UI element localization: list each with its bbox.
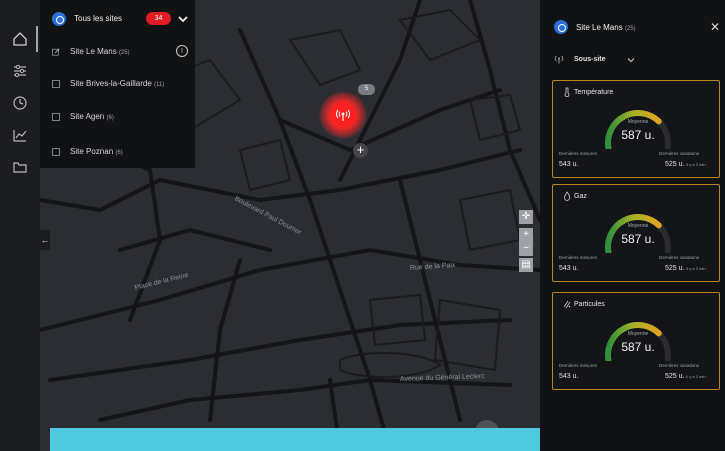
gauge-value: 587 u.: [621, 128, 655, 142]
thermometer-icon: [564, 87, 570, 97]
edit-checkbox-icon[interactable]: [52, 48, 60, 56]
chevron-down-icon[interactable]: [177, 13, 189, 25]
site-avatar-icon: [554, 20, 568, 34]
gauge-caption: Moyenne: [627, 331, 649, 337]
site-item-le-mans[interactable]: Site Le Mans (25) !: [40, 41, 195, 65]
antenna-icon: [554, 55, 564, 64]
close-icon[interactable]: ✕: [710, 20, 720, 34]
stat-left-value: 543 u.: [559, 373, 579, 380]
zoom-in-icon[interactable]: +: [519, 228, 533, 242]
site-item-agen[interactable]: Site Agen (6): [40, 106, 195, 130]
layers-icon[interactable]: ▤: [519, 258, 533, 272]
checkbox[interactable]: [52, 148, 60, 156]
subsite-selector[interactable]: Sous-site: [574, 56, 606, 63]
gauge-caption: Moyenne: [627, 119, 649, 125]
stat-left-caption: Dernières mesures: [559, 151, 598, 156]
site-item-label: Site Agen (6): [70, 112, 114, 121]
site-selector-header[interactable]: Tous les sites 34: [40, 0, 195, 38]
arrow-left-icon: ←: [40, 235, 50, 245]
antenna-icon: [336, 109, 350, 121]
gauge-caption: Moyenne: [627, 223, 649, 229]
folder-icon[interactable]: [11, 158, 29, 176]
zoom-out-icon[interactable]: −: [519, 242, 533, 256]
site-selector-title: Tous les sites: [74, 14, 123, 23]
card-title: Particules: [574, 301, 605, 308]
antenna-marker[interactable]: [331, 103, 355, 127]
particles-icon: [563, 300, 571, 309]
chart-icon[interactable]: [11, 126, 29, 144]
stat-left-value: 543 u.: [559, 161, 579, 168]
checkbox[interactable]: [52, 80, 60, 88]
site-item-label: Site Brives-la-Gaillarde (11): [70, 79, 165, 88]
site-selector-dropdown: Tous les sites 34 Site Le Mans (25) ! Si…: [40, 0, 195, 168]
chevron-down-icon[interactable]: [626, 55, 636, 65]
site-item-label: Site Poznan (6): [70, 147, 123, 156]
stat-right-value: 525 u. il y a 2 min: [665, 161, 706, 168]
gauge-value: 587 u.: [621, 340, 655, 354]
site-item-brives[interactable]: Site Brives-la-Gaillarde (11): [40, 73, 195, 97]
site-count-badge: 34: [146, 12, 171, 25]
stat-left-value: 543 u.: [559, 265, 579, 272]
info-icon[interactable]: !: [176, 45, 188, 57]
site-item-poznan[interactable]: Site Poznan (6): [40, 141, 195, 165]
panel-title: Site Le Mans (25): [576, 23, 636, 32]
metric-card-gaz[interactable]: Gaz Moyenne 587 u. Dernières mesures 543…: [552, 184, 720, 282]
card-title: Gaz: [574, 193, 587, 200]
site-item-label: Site Le Mans (25): [70, 47, 130, 56]
stat-right-caption: Dernières variations: [659, 255, 700, 260]
stat-left-caption: Dernières mesures: [559, 363, 598, 368]
stat-right-value: 525 u. il y a 2 min: [665, 373, 706, 380]
stat-right-caption: Dernières variations: [659, 151, 700, 156]
settings-sliders-icon[interactable]: [11, 62, 29, 80]
collapse-panel-button[interactable]: ←: [40, 230, 50, 250]
stat-right-value: 525 u. il y a 2 min: [665, 265, 706, 272]
clock-icon[interactable]: [11, 94, 29, 112]
home-icon[interactable]: [11, 26, 38, 52]
card-title: Température: [574, 89, 614, 96]
plus-icon[interactable]: +: [353, 143, 368, 158]
gauge-value: 587 u.: [621, 232, 655, 246]
checkbox[interactable]: [52, 113, 60, 121]
nav-rail: [0, 0, 40, 451]
stat-right-caption: Dernières variations: [659, 363, 700, 368]
marker-count-badge: 5: [358, 84, 375, 95]
site-avatar-icon: [52, 12, 66, 26]
stat-left-caption: Dernières mesures: [559, 255, 598, 260]
compass-icon[interactable]: ✛: [519, 210, 533, 224]
site-detail-panel: Site Le Mans (25) ✕ Sous-site Températur…: [540, 0, 725, 451]
metric-card-temperature[interactable]: Température Moyenne 587 u. Dernières mes…: [552, 80, 720, 178]
metric-card-particules[interactable]: Particules Moyenne 587 u. Dernières mesu…: [552, 292, 720, 390]
flame-icon: [564, 191, 571, 201]
